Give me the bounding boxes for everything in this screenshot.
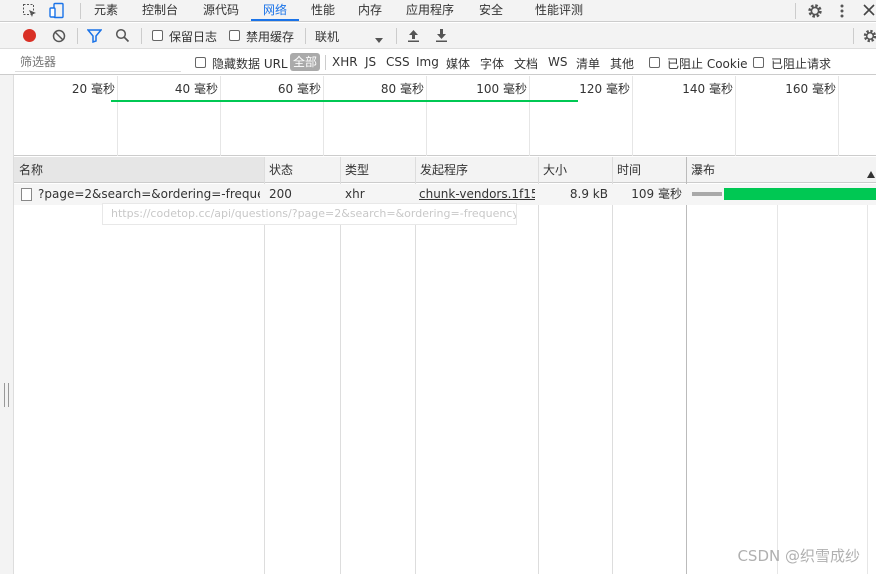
search-icon[interactable] — [115, 28, 130, 43]
blocked-requests-checkbox[interactable] — [753, 57, 764, 68]
request-size: 8.9 kB — [569, 187, 608, 201]
preserve-log-label: 保留日志 — [169, 30, 218, 44]
import-har-icon[interactable] — [407, 28, 420, 43]
type-filter-media[interactable]: 媒体 — [446, 55, 470, 72]
type-filter-other[interactable]: 其他 — [610, 55, 634, 72]
tab-lighthouse[interactable]: 性能评测 — [535, 0, 583, 22]
blocked-cookies-checkbox[interactable] — [649, 57, 660, 68]
requests-table: 名称 状态 类型 发起程序 大小 时间 瀑布 ?page=2&search=&o… — [14, 157, 876, 574]
type-filter-js[interactable]: JS — [365, 55, 376, 69]
disable-cache-label: 禁用缓存 — [246, 30, 295, 44]
inspect-element-icon[interactable] — [22, 3, 38, 19]
tab-performance[interactable]: 性能 — [311, 0, 335, 22]
column-header-time[interactable]: 时间 — [612, 157, 686, 183]
column-header-name[interactable]: 名称 — [14, 157, 264, 183]
overview-tick-label: 120 毫秒 — [579, 82, 630, 96]
preserve-log-checkbox[interactable] — [152, 30, 163, 41]
request-initiator-link[interactable]: chunk-vendors.1f15... — [419, 184, 535, 205]
throttling-select[interactable]: 联机 — [315, 28, 339, 45]
blocked-requests-label: 已阻止请求 — [771, 57, 832, 71]
column-header-status[interactable]: 状态 — [264, 157, 340, 183]
overview-tick-label: 140 毫秒 — [682, 82, 733, 96]
tab-application[interactable]: 应用程序 — [406, 0, 454, 22]
overview-tick-label: 20 毫秒 — [71, 82, 115, 96]
filter-bar: 隐藏数据 URL 全部 XHR JS CSS Img 媒体 字体 文档 WS 清… — [0, 50, 876, 75]
type-filter-all[interactable]: 全部 — [290, 53, 320, 71]
type-filter-xhr[interactable]: XHR — [332, 55, 358, 69]
left-panel-edge — [0, 50, 14, 574]
clear-icon[interactable] — [52, 29, 66, 43]
record-icon[interactable] — [23, 29, 36, 42]
column-header-size[interactable]: 大小 — [538, 157, 612, 183]
request-status: 200 — [269, 187, 292, 201]
request-type: xhr — [345, 187, 365, 201]
filter-input[interactable] — [15, 53, 181, 72]
watermark: CSDN @织雪成纱 — [737, 547, 860, 565]
tab-console[interactable]: 控制台 — [142, 0, 178, 22]
type-filter-doc[interactable]: 文档 — [514, 55, 538, 72]
hide-data-url-checkbox[interactable] — [195, 57, 206, 68]
active-tab-indicator — [251, 19, 299, 21]
type-filter-font[interactable]: 字体 — [480, 55, 504, 72]
type-filter-css[interactable]: CSS — [386, 55, 410, 69]
chevron-down-icon[interactable] — [375, 33, 383, 43]
disable-cache-checkbox[interactable] — [229, 30, 240, 41]
type-filter-img[interactable]: Img — [416, 55, 439, 69]
waterfall-download-bar — [724, 188, 876, 200]
type-filter-manifest[interactable]: 清单 — [576, 55, 600, 72]
devtools-tab-bar: 元素 控制台 源代码 网络 性能 内存 应用程序 安全 性能评测 — [0, 0, 876, 22]
network-toolbar: 保留日志 禁用缓存 联机 — [0, 23, 876, 49]
type-filter-ws[interactable]: WS — [548, 55, 567, 69]
waterfall-waiting-bar — [692, 192, 722, 196]
request-url-tooltip: https://codetop.cc/api/questions/?page=2… — [102, 203, 517, 225]
settings-gear-icon[interactable] — [806, 2, 824, 20]
overview-tick-label: 160 毫秒 — [785, 82, 836, 96]
overview-tick-label: 100 毫秒 — [476, 82, 527, 96]
overview-tick-label: 60 毫秒 — [277, 82, 321, 96]
request-time: 109 毫秒 — [631, 187, 682, 201]
tab-sources[interactable]: 源代码 — [203, 0, 239, 22]
request-name[interactable]: ?page=2&search=&ordering=-frequency — [38, 184, 260, 205]
overview-request-bar — [111, 100, 578, 102]
column-header-waterfall[interactable]: 瀑布 — [686, 157, 876, 183]
sort-ascending-icon[interactable] — [867, 167, 875, 178]
tab-elements[interactable]: 元素 — [94, 0, 118, 22]
tab-memory[interactable]: 内存 — [358, 0, 382, 22]
more-options-icon[interactable] — [837, 3, 847, 19]
overview-tick-label: 40 毫秒 — [174, 82, 218, 96]
network-overview[interactable]: 20 毫秒 40 毫秒 60 毫秒 80 毫秒 100 毫秒 120 毫秒 14… — [14, 76, 876, 156]
tab-security[interactable]: 安全 — [479, 0, 503, 22]
device-toolbar-icon[interactable] — [48, 2, 66, 20]
export-har-icon[interactable] — [435, 28, 448, 43]
xhr-file-icon — [21, 188, 32, 201]
blocked-cookies-label: 已阻止 Cookie — [667, 57, 748, 71]
hide-data-url-label: 隐藏数据 URL — [212, 57, 288, 71]
filter-icon[interactable] — [86, 29, 103, 44]
network-settings-gear-icon[interactable] — [862, 28, 876, 44]
column-header-initiator[interactable]: 发起程序 — [415, 157, 538, 183]
column-header-type[interactable]: 类型 — [340, 157, 415, 183]
close-devtools-icon[interactable] — [863, 4, 875, 16]
overview-tick-label: 80 毫秒 — [380, 82, 424, 96]
resize-handle[interactable] — [4, 383, 9, 407]
table-row[interactable]: ?page=2&search=&ordering=-frequency 200 … — [14, 184, 876, 205]
